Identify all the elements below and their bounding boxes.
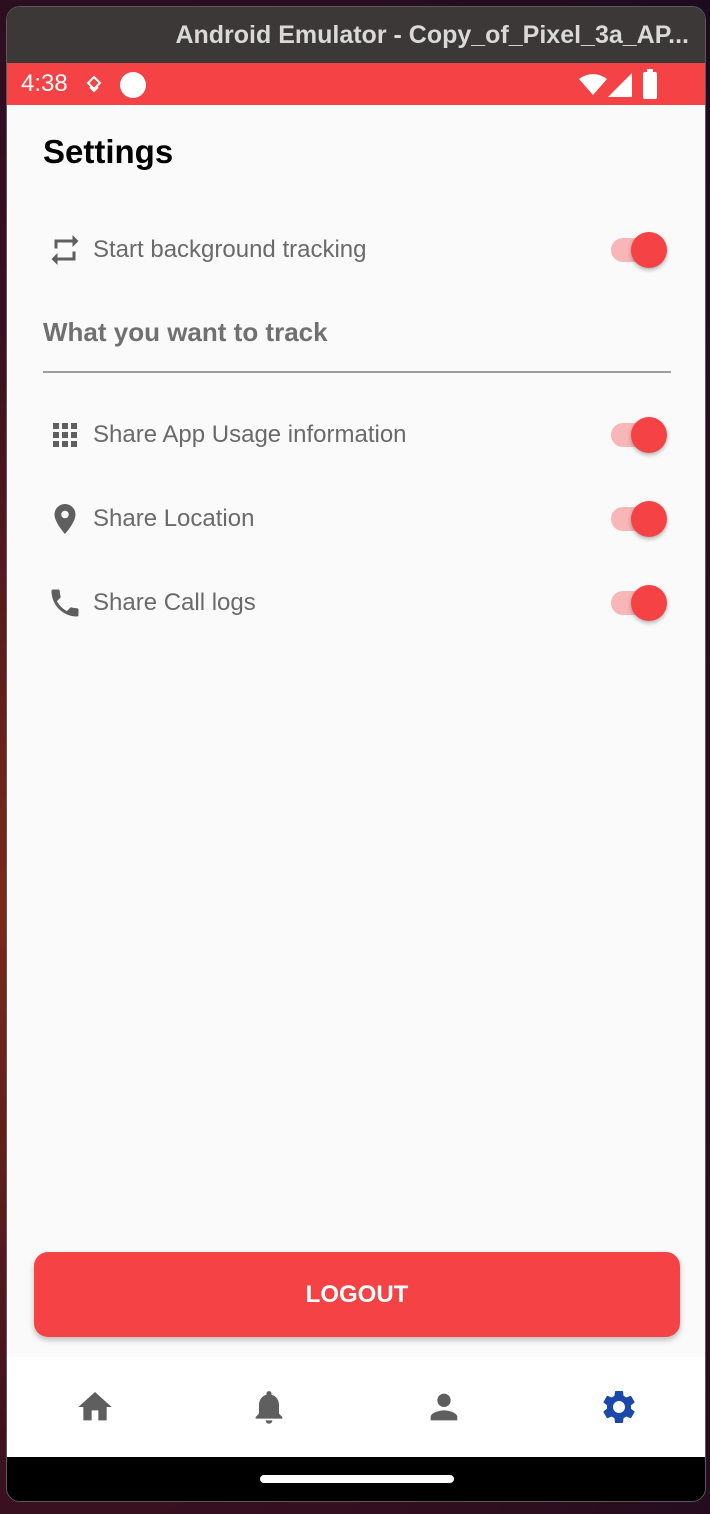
signal-icon: [608, 73, 632, 97]
repeat-icon: [51, 235, 79, 265]
background-tracking-toggle[interactable]: [611, 232, 667, 268]
bottom-navigation: [7, 1357, 705, 1457]
settings-screen: Settings Start background tracking What …: [7, 105, 705, 1357]
gear-icon[interactable]: [599, 1387, 639, 1427]
switch-thumb: [631, 585, 667, 621]
app-usage-toggle[interactable]: [611, 417, 667, 453]
emulator-window: Android Emulator - Copy_of_Pixel_3a_AP..…: [6, 6, 706, 1502]
home-icon[interactable]: [75, 1387, 115, 1427]
setting-label: Start background tracking: [93, 236, 367, 263]
record-dot-icon: [120, 72, 146, 98]
phone-icon: [51, 589, 79, 617]
location-pin-icon: [54, 504, 76, 534]
window-title: Android Emulator - Copy_of_Pixel_3a_AP..…: [7, 7, 705, 63]
divider: [43, 371, 671, 373]
battery-icon: [643, 69, 657, 99]
setting-row-app-usage[interactable]: Share App Usage information: [43, 407, 673, 463]
person-icon[interactable]: [424, 1387, 464, 1427]
bell-icon[interactable]: [249, 1387, 289, 1427]
apps-grid-icon: [53, 423, 77, 447]
wifi-icon: [579, 74, 607, 95]
switch-thumb: [631, 232, 667, 268]
setting-row-call-logs[interactable]: Share Call logs: [43, 575, 673, 631]
section-title: What you want to track: [43, 317, 328, 347]
location-toggle[interactable]: [611, 501, 667, 537]
setting-label: Share App Usage information: [93, 421, 407, 448]
switch-thumb: [631, 417, 667, 453]
setting-label: Share Location: [93, 505, 255, 532]
system-nav-bar: [7, 1457, 705, 1501]
page-title: Settings: [43, 133, 174, 170]
setting-row-location[interactable]: Share Location: [43, 491, 673, 547]
home-gesture-pill[interactable]: [260, 1475, 454, 1483]
logout-button[interactable]: LOGOUT: [34, 1252, 680, 1337]
status-time: 4:38: [21, 70, 68, 97]
setting-row-background-tracking[interactable]: Start background tracking: [43, 222, 673, 278]
setting-label: Share Call logs: [93, 589, 256, 616]
switch-thumb: [631, 501, 667, 537]
call-logs-toggle[interactable]: [611, 585, 667, 621]
status-bar: 4:38: [7, 63, 705, 105]
assistant-icon: [86, 75, 102, 93]
